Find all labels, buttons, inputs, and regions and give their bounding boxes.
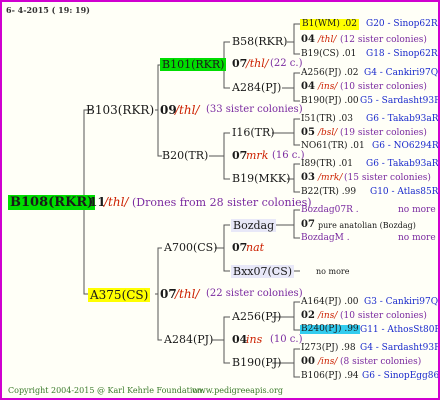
rc-20-num: 00 <box>301 356 315 367</box>
rc-12-a: Bozdag07R . <box>301 205 359 215</box>
ggp-b19: B19(MKK) <box>232 172 291 185</box>
parent-2: A375(CS) <box>88 288 151 302</box>
rc-17-num: 02 <box>301 310 315 321</box>
root-drones-note: (Drones from 28 sister colonies) <box>132 196 312 209</box>
rc-9-b: G6 - Takab93aR <box>366 159 439 169</box>
rc-17-sym: /ins/ <box>318 311 338 321</box>
rc-3-a: A256(PJ) .02 <box>301 68 359 78</box>
grandparent-2: B20(TR) <box>162 149 209 162</box>
grandparent-4-note: (10 c.) <box>270 334 303 345</box>
rc-21-a: B106(PJ) .94 <box>301 371 359 381</box>
ggp-bxx07: Bxx07(CS) <box>231 265 295 278</box>
parent-1: B103(RKR) <box>86 103 155 117</box>
rc-7-num: 05 <box>301 127 315 138</box>
ggp-i16: I16(TR) <box>232 126 275 139</box>
rc-3-b: G4 - Cankiri97Q <box>364 68 439 78</box>
rc-14-b: no more <box>398 233 436 243</box>
rc-20-note: (8 sister colonies) <box>340 357 422 367</box>
rc-5-a: B190(PJ) .00 <box>301 96 359 106</box>
rc-14-a: BozdagM . <box>301 233 350 243</box>
rc-2-a: B19(CS) .01 <box>301 49 357 59</box>
grandparent-1-note: (22 c.) <box>270 58 303 69</box>
rc-13-note: pure anatolian (Bozdag) <box>318 221 416 230</box>
ggp-bozdag: Bozdag <box>231 219 277 232</box>
parent-1-note: (33 sister colonies) <box>206 104 303 115</box>
rc-0-a: B1(WM) .02 <box>300 19 360 30</box>
rc-1-sym: /thl/ <box>318 35 337 45</box>
rc-21-b: G6 - SinopEgg86R <box>362 371 440 381</box>
ggp-b190: B190(PJ) <box>232 356 282 369</box>
rc-1-num: 04 <box>301 34 315 45</box>
rc-4-note: (10 sister colonies) <box>340 82 427 92</box>
rc-8-b: G6 - NO6294R <box>372 141 439 151</box>
rc-2-b: G18 - Sinop62R <box>366 49 438 59</box>
rc-8-a: NO61(TR) .01 <box>301 141 365 151</box>
parent-2-symbol: /thl/ <box>175 287 200 301</box>
rc-20-sym: /ins/ <box>318 357 338 367</box>
rc-18-b: G11 - AthosSt80R <box>360 325 440 335</box>
rc-12-b: no more <box>398 205 436 215</box>
root-symbol: /thl/ <box>104 195 129 209</box>
ggp-a256: A256(PJ) <box>232 310 282 323</box>
rc-16-a: A164(PJ) .00 <box>301 297 359 307</box>
root-queen: B108(RKR) <box>8 195 96 210</box>
rc-0-b: G20 - Sinop62R <box>366 19 438 29</box>
grandparent-1: B101(RKR) <box>160 58 227 71</box>
rc-4-sym: /ins/ <box>318 82 338 92</box>
parent-2-note: (22 sister colonies) <box>206 288 303 299</box>
rc-18-a: B240(PJ) .99 <box>300 324 360 334</box>
rc-10-note: (15 sister colonies) <box>344 173 431 183</box>
rc-10-num: 03 <box>301 172 315 183</box>
rc-5-b: G5 - Sardasht93R <box>360 96 440 106</box>
report-date: 6- 4-2015 ( 19: 19) <box>6 5 90 15</box>
rc-15-a: no more <box>316 267 350 276</box>
pedigree-frame: 6- 4-2015 ( 19: 19) B108(RKR) 11 /thl/ (… <box>0 0 440 400</box>
rc-7-note: (19 sister colonies) <box>340 128 427 138</box>
rc-9-a: I89(TR) .01 <box>301 159 353 169</box>
grandparent-3: A700(CS) <box>164 241 218 254</box>
grandparent-3-symbol: nat <box>246 241 265 254</box>
footer-copyright: Copyright 2004-2015 @ Karl Kehrle Founda… <box>8 386 205 395</box>
rc-10-sym: /mrk/ <box>318 173 343 183</box>
rc-7-sym: /bsl/ <box>318 128 338 138</box>
rc-19-b: G4 - Sardasht93R <box>360 343 440 353</box>
rc-4-num: 04 <box>301 81 315 92</box>
ggp-a284: A284(PJ) <box>232 81 282 94</box>
grandparent-2-symbol: mrk <box>246 149 269 162</box>
grandparent-4: A284(PJ) <box>164 333 214 346</box>
rc-13-num: 07 <box>301 219 315 230</box>
rc-6-a: I51(TR) .03 <box>301 114 353 124</box>
rc-16-b: G3 - Cankiri97Q <box>364 297 439 307</box>
rc-11-b: G10 - Atlas85R <box>370 187 439 197</box>
rc-17-note: (10 sister colonies) <box>340 311 427 321</box>
grandparent-2-note: (16 c.) <box>272 150 305 161</box>
rc-19-a: I273(PJ) .98 <box>301 343 356 353</box>
parent-1-symbol: /thl/ <box>175 103 200 117</box>
grandparent-4-symbol: ins <box>246 333 263 346</box>
rc-11-a: B22(TR) .99 <box>301 187 357 197</box>
rc-1-note: (12 sister colonies) <box>340 35 427 45</box>
ggp-b58: B58(RKR) <box>232 35 288 48</box>
grandparent-1-symbol: /thl/ <box>246 57 269 70</box>
rc-6-b: G6 - Takab93aR <box>366 114 439 124</box>
footer-site-link[interactable]: www.pedigreeapis.org <box>192 387 283 395</box>
